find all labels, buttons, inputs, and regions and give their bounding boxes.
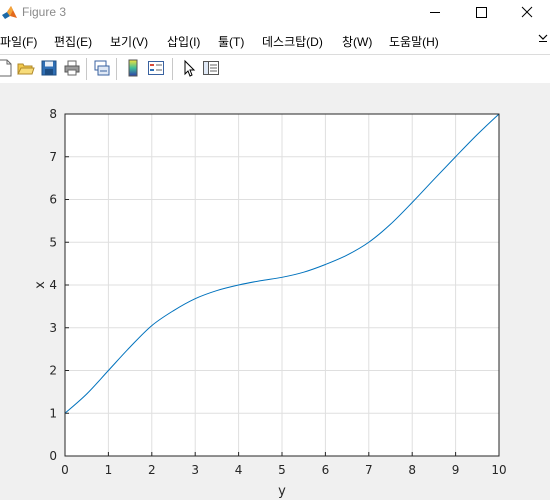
x-tick-label: 4 bbox=[235, 463, 243, 477]
menu-tools[interactable]: 툴(T) bbox=[218, 33, 244, 50]
line-plot: 0 1 2 3 4 5 6 7 8 9 10 0 1 2 3 4 5 6 7 8 y x bbox=[33, 107, 507, 499]
save-icon[interactable] bbox=[40, 59, 58, 77]
x-tick-label: 7 bbox=[365, 463, 373, 477]
y-tick-label: 8 bbox=[49, 107, 57, 121]
x-tick-label: 2 bbox=[148, 463, 156, 477]
y-tick-label: 2 bbox=[49, 364, 57, 378]
menu-insert[interactable]: 삽입(I) bbox=[167, 33, 200, 50]
x-tick-label: 10 bbox=[491, 463, 506, 477]
x-axis-label: y bbox=[278, 484, 286, 499]
x-tick-label: 8 bbox=[408, 463, 416, 477]
colorbar-icon[interactable] bbox=[124, 59, 142, 77]
open-file-icon[interactable] bbox=[17, 59, 35, 77]
menu-edit[interactable]: 편집(E) bbox=[54, 33, 92, 50]
minimize-icon[interactable] bbox=[412, 0, 458, 25]
toolbar-separator bbox=[116, 58, 117, 80]
menu-help[interactable]: 도움말(H) bbox=[389, 33, 439, 50]
x-tick-label: 1 bbox=[105, 463, 113, 477]
x-tick-label: 3 bbox=[191, 463, 199, 477]
menu-expand-arrow-icon[interactable] bbox=[538, 33, 548, 43]
close-icon[interactable] bbox=[504, 0, 550, 25]
y-tick-label: 3 bbox=[49, 321, 57, 335]
legend-icon[interactable] bbox=[147, 59, 165, 77]
title-bar: Figure 3 bbox=[0, 0, 550, 25]
toolbar-separator bbox=[86, 58, 87, 80]
property-inspector-icon[interactable] bbox=[202, 59, 220, 77]
y-axis-label: x bbox=[33, 281, 48, 289]
y-tick-label: 6 bbox=[49, 193, 57, 207]
y-tick-label: 7 bbox=[49, 150, 57, 164]
select-pointer-icon[interactable] bbox=[180, 59, 198, 77]
x-tick-label: 9 bbox=[452, 463, 460, 477]
menu-bar: 파일(F) 편집(E) 보기(V) 삽입(I) 툴(T) 데스크탑(D) 창(W… bbox=[0, 25, 550, 54]
menu-desktop[interactable]: 데스크탑(D) bbox=[262, 33, 323, 50]
x-tick-label: 0 bbox=[61, 463, 69, 477]
toolbar bbox=[0, 54, 550, 83]
print-icon[interactable] bbox=[63, 59, 81, 77]
window-title: Figure 3 bbox=[22, 5, 67, 19]
y-tick-label: 5 bbox=[49, 235, 57, 249]
y-tick-label: 0 bbox=[49, 449, 57, 463]
link-plot-icon[interactable] bbox=[93, 59, 111, 77]
figure-canvas: 0 1 2 3 4 5 6 7 8 9 10 0 1 2 3 4 5 6 7 8 y x bbox=[0, 83, 550, 500]
menu-file[interactable]: 파일(F) bbox=[0, 33, 37, 50]
x-tick-label: 6 bbox=[322, 463, 330, 477]
x-tick-label: 5 bbox=[278, 463, 286, 477]
matlab-logo-icon bbox=[2, 6, 17, 19]
menu-window[interactable]: 창(W) bbox=[342, 33, 372, 50]
toolbar-separator bbox=[172, 58, 173, 80]
y-tick-label: 1 bbox=[49, 406, 57, 420]
maximize-icon[interactable] bbox=[458, 0, 504, 25]
new-figure-icon[interactable] bbox=[0, 59, 14, 77]
y-tick-label: 4 bbox=[49, 278, 57, 292]
menu-view[interactable]: 보기(V) bbox=[110, 33, 148, 50]
